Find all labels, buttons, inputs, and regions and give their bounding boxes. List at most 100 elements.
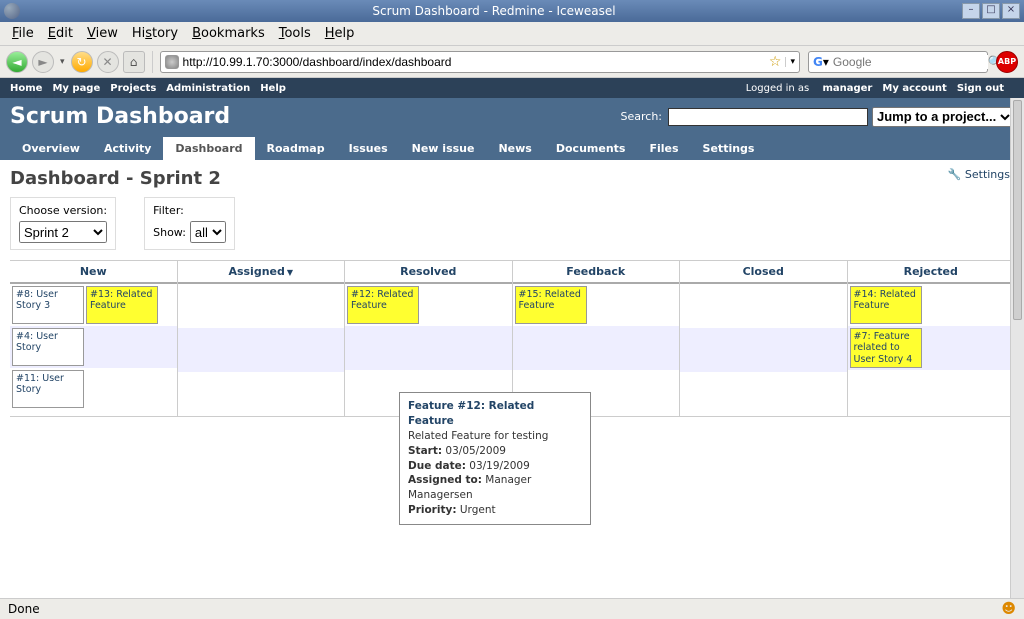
tooltip-assigned-label: Assigned to: bbox=[408, 474, 482, 486]
topmenu-signout[interactable]: Sign out bbox=[957, 83, 1004, 94]
redmine-topmenu: Home My page Projects Administration Hel… bbox=[0, 78, 1024, 98]
choose-version-select[interactable]: Sprint 2 bbox=[19, 221, 107, 243]
toolbar-separator bbox=[152, 51, 153, 73]
url-input[interactable] bbox=[183, 55, 765, 69]
menu-edit[interactable]: Edit bbox=[42, 24, 79, 43]
topmenu-projects[interactable]: Projects bbox=[110, 83, 156, 94]
adblock-icon[interactable]: ABP bbox=[996, 51, 1018, 73]
show-label: Show: bbox=[153, 226, 186, 239]
tooltip-due-label: Due date: bbox=[408, 460, 466, 472]
menu-help[interactable]: Help bbox=[319, 24, 361, 43]
close-button[interactable]: × bbox=[1002, 3, 1020, 19]
tooltip-priority-val: Urgent bbox=[460, 504, 496, 516]
google-logo-icon: G bbox=[813, 55, 823, 69]
search-label: Search: bbox=[621, 110, 663, 123]
col-new: New #8: User Story 3 #13: Related Featur… bbox=[10, 261, 178, 416]
tab-overview[interactable]: Overview bbox=[10, 137, 92, 160]
card-11[interactable]: #11: User Story bbox=[12, 370, 84, 408]
tab-news[interactable]: News bbox=[486, 137, 543, 160]
logged-in-text: Logged in as manager bbox=[746, 83, 873, 94]
choose-version-label: Choose version: bbox=[19, 204, 107, 217]
forward-button[interactable]: ► bbox=[32, 51, 54, 73]
page-viewport: Home My page Projects Administration Hel… bbox=[0, 78, 1024, 598]
menu-tools[interactable]: Tools bbox=[273, 24, 317, 43]
sort-arrow-icon: ▼ bbox=[287, 268, 293, 277]
tab-issues[interactable]: Issues bbox=[337, 137, 400, 160]
tab-activity[interactable]: Activity bbox=[92, 137, 163, 160]
menu-view[interactable]: View bbox=[81, 24, 124, 43]
tab-settings[interactable]: Settings bbox=[691, 137, 767, 160]
card-14[interactable]: #14: Related Feature bbox=[850, 286, 922, 324]
redmine-header: Scrum Dashboard Search: Jump to a projec… bbox=[0, 98, 1024, 160]
menu-history[interactable]: History bbox=[126, 24, 184, 43]
home-button[interactable]: ⌂ bbox=[123, 51, 145, 73]
tab-files[interactable]: Files bbox=[637, 137, 690, 160]
status-smiley-icon: ☻ bbox=[1001, 601, 1016, 617]
tooltip-due-val: 03/19/2009 bbox=[469, 460, 530, 472]
colhead-assigned[interactable]: Assigned▼ bbox=[178, 261, 345, 284]
colhead-resolved[interactable]: Resolved bbox=[345, 261, 512, 284]
url-bar[interactable]: ☆ ▾ bbox=[160, 51, 800, 73]
browser-statusbar: Done ☻ bbox=[0, 598, 1024, 619]
menu-file[interactable]: File bbox=[6, 24, 40, 43]
tab-documents[interactable]: Documents bbox=[544, 137, 638, 160]
maximize-button[interactable]: □ bbox=[982, 3, 1000, 19]
card-8[interactable]: #8: User Story 3 bbox=[12, 286, 84, 324]
tooltip-subtitle: Related Feature for testing bbox=[408, 429, 582, 444]
dashboard-settings-link[interactable]: Settings bbox=[948, 168, 1010, 181]
show-select[interactable]: all bbox=[190, 221, 226, 243]
search-engine-dropdown[interactable]: ▾ bbox=[823, 55, 829, 69]
col-rejected: Rejected #14: Related Feature #7: Featur… bbox=[848, 261, 1015, 416]
stop-button[interactable]: ✕ bbox=[97, 51, 119, 73]
content-area: Settings Dashboard - Sprint 2 Choose ver… bbox=[0, 160, 1024, 425]
tab-dashboard[interactable]: Dashboard bbox=[163, 137, 254, 160]
window-titlebar: Scrum Dashboard - Redmine - Iceweasel – … bbox=[0, 0, 1024, 22]
status-text: Done bbox=[8, 602, 40, 616]
bookmark-star-icon[interactable]: ☆ bbox=[769, 54, 782, 70]
filter-label: Filter: bbox=[153, 204, 226, 217]
menu-bookmarks[interactable]: Bookmarks bbox=[186, 24, 271, 43]
scrollbar-thumb[interactable] bbox=[1013, 100, 1022, 320]
filter-box: Filter: Show: all bbox=[144, 197, 235, 250]
colhead-closed[interactable]: Closed bbox=[680, 261, 847, 284]
main-menu: Overview Activity Dashboard Roadmap Issu… bbox=[10, 137, 1014, 160]
page-scrollbar[interactable] bbox=[1010, 98, 1024, 598]
col-closed: Closed bbox=[680, 261, 848, 416]
window-title: Scrum Dashboard - Redmine - Iceweasel bbox=[26, 4, 962, 18]
tab-roadmap[interactable]: Roadmap bbox=[255, 137, 337, 160]
card-tooltip: Feature #12: Related Feature Related Fea… bbox=[399, 392, 591, 525]
card-13[interactable]: #13: Related Feature bbox=[86, 286, 158, 324]
browser-toolbar: ◄ ► ▾ ↻ ✕ ⌂ ☆ ▾ G ▾ 🔍 ABP bbox=[0, 46, 1024, 78]
tooltip-title: Feature #12: Related Feature bbox=[408, 399, 582, 428]
tooltip-priority-label: Priority: bbox=[408, 504, 457, 516]
urlbar-dropdown[interactable]: ▾ bbox=[785, 57, 795, 67]
topmenu-myaccount[interactable]: My account bbox=[882, 83, 946, 94]
tooltip-start-val: 03/05/2009 bbox=[445, 445, 506, 457]
reload-button[interactable]: ↻ bbox=[71, 51, 93, 73]
app-icon bbox=[4, 3, 20, 19]
favicon bbox=[165, 55, 179, 69]
colhead-feedback[interactable]: Feedback bbox=[513, 261, 680, 284]
minimize-button[interactable]: – bbox=[962, 3, 980, 19]
search-bar[interactable]: G ▾ 🔍 bbox=[808, 51, 988, 73]
project-title: Scrum Dashboard bbox=[10, 104, 621, 129]
card-4[interactable]: #4: User Story bbox=[12, 328, 84, 366]
card-15[interactable]: #15: Related Feature bbox=[515, 286, 587, 324]
topmenu-admin[interactable]: Administration bbox=[166, 83, 250, 94]
jump-to-project-select[interactable]: Jump to a project... bbox=[872, 107, 1014, 127]
history-dropdown[interactable]: ▾ bbox=[60, 57, 65, 67]
col-assigned: Assigned▼ bbox=[178, 261, 346, 416]
tooltip-start-label: Start: bbox=[408, 445, 442, 457]
colhead-rejected[interactable]: Rejected bbox=[848, 261, 1015, 284]
browser-menubar: File Edit View History Bookmarks Tools H… bbox=[0, 22, 1024, 46]
colhead-new[interactable]: New bbox=[10, 261, 177, 284]
topmenu-help[interactable]: Help bbox=[260, 83, 286, 94]
topmenu-home[interactable]: Home bbox=[10, 83, 42, 94]
card-7[interactable]: #7: Feature related to User Story 4 bbox=[850, 328, 922, 368]
back-button[interactable]: ◄ bbox=[6, 51, 28, 73]
redmine-search-input[interactable] bbox=[668, 108, 868, 126]
tab-newissue[interactable]: New issue bbox=[400, 137, 487, 160]
card-12[interactable]: #12: Related Feature bbox=[347, 286, 419, 324]
search-input[interactable] bbox=[833, 55, 988, 69]
topmenu-mypage[interactable]: My page bbox=[52, 83, 100, 94]
